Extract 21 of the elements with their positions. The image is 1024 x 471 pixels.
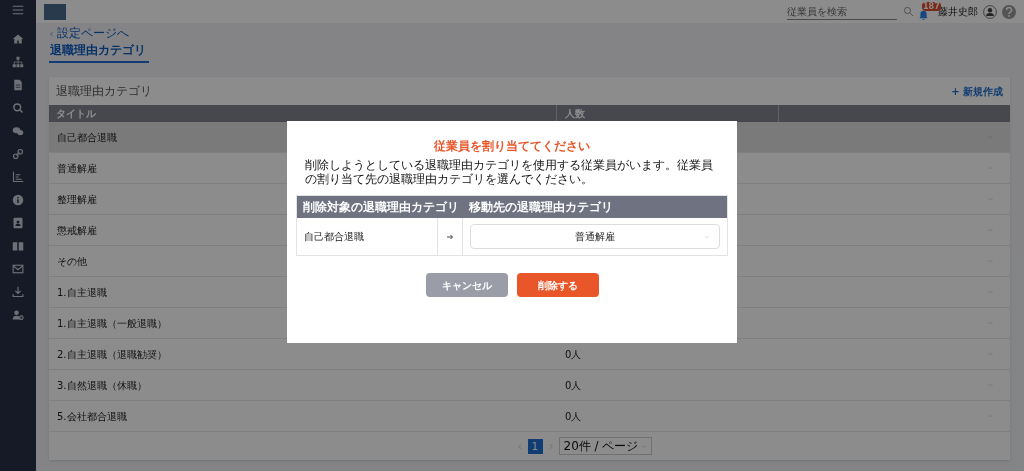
column-header: 削除対象の退職理由カテゴリ <box>302 199 460 216</box>
select-value: 普通解雇 <box>575 230 615 244</box>
table-cell: 1.自主退職（一般退職） <box>57 317 167 329</box>
table-cell: 0人 <box>565 348 582 360</box>
dialog-title: 従業員を割り当ててください <box>434 139 590 153</box>
table-cell: 3.自然退職（休職） <box>57 379 147 391</box>
table-cell: 懲戒解雇 <box>57 224 97 236</box>
table-cell: 2.自主退職（退職勧奨） <box>57 348 167 360</box>
table-cell: 0人 <box>565 379 582 391</box>
dialog-message: 削除しようとしている退職理由カテゴリを使用する従業員がいます。従業員の割り当て先の退職理由カテゴリを選んでください。 <box>305 158 714 186</box>
table-cell: 普通解雇 <box>57 162 97 174</box>
table-cell: 5.会社都合退職 <box>57 410 127 422</box>
table-cell: 自己都合退職 <box>57 131 117 143</box>
column-header: 移動先の退職理由カテゴリ <box>468 199 613 216</box>
table-cell-text: 自己都合退職 <box>304 230 364 244</box>
table-cell: その他 <box>57 255 87 267</box>
table-cell: 0人 <box>565 410 582 422</box>
table-cell: 1.自主退職 <box>57 286 107 298</box>
card-title: 退職理由カテゴリ <box>56 83 152 100</box>
notification-badge: 187 <box>922 1 941 11</box>
table-cell: 整理解雇 <box>57 193 97 205</box>
